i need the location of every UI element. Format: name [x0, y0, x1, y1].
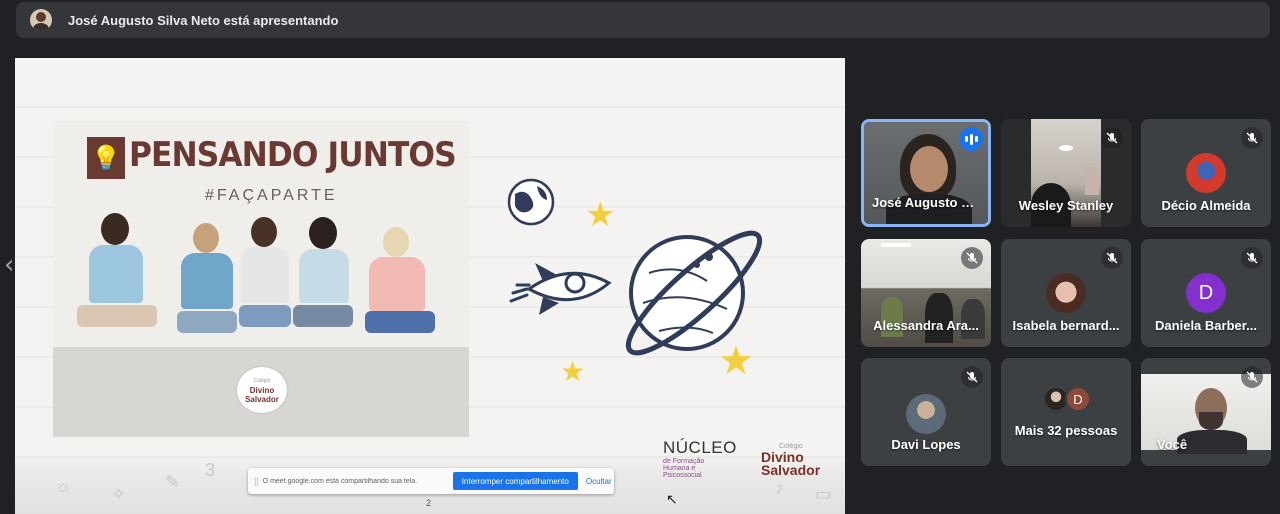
presentation-stage: ☼ ✧ ✎ 3 ♪ ▭ 💡 PENSANDO JUNTOS #FAÇAPARTE: [15, 58, 845, 514]
participant-name: Décio Almeida: [1161, 198, 1251, 213]
doodle-pencil-icon: ✎: [165, 472, 181, 492]
presenting-banner: José Augusto Silva Neto está apresentand…: [16, 2, 1270, 38]
mic-off-icon: [961, 247, 983, 269]
drag-handle-icon[interactable]: ||: [254, 476, 259, 486]
badge-line-2: Divino: [249, 385, 275, 395]
mouse-cursor-icon: ↖: [666, 491, 678, 507]
doodle-star-icon: ✧: [111, 484, 127, 504]
slide-page-number: 2: [426, 498, 432, 508]
nucleo-sub-2: Humana e: [663, 465, 696, 472]
participant-name: Alessandra Ara...: [873, 318, 979, 333]
participant-avatar: [1046, 273, 1086, 313]
student-figure-2: [171, 223, 241, 413]
participant-tile[interactable]: D Daniela Barber...: [1141, 239, 1271, 347]
share-message: O meet.google.com está compartilhando su…: [262, 477, 418, 485]
star-icon: ★: [560, 356, 586, 387]
poster-hashtag: #FAÇAPARTE: [205, 187, 338, 204]
screen-share-bar: || O meet.google.com está compartilhando…: [248, 468, 614, 494]
participant-tile[interactable]: Davi Lopes: [861, 358, 991, 466]
mic-off-icon: [1241, 247, 1263, 269]
participant-name: Davi Lopes: [891, 437, 961, 452]
participant-avatar: D: [1065, 386, 1091, 412]
participant-avatar: D: [1186, 273, 1226, 313]
poster-image: 💡 PENSANDO JUNTOS #FAÇAPARTE Colégio Div…: [53, 121, 469, 437]
participant-tile[interactable]: José Augusto S...: [861, 119, 991, 227]
divino-salvador-badge: Colégio Divino Salvador: [237, 367, 287, 413]
star-icon: ★: [585, 196, 616, 234]
nucleo-sub-1: de Formação: [663, 458, 705, 465]
mic-off-icon: [961, 366, 983, 388]
badge-line-3: Salvador: [245, 394, 279, 404]
speaking-indicator-icon: [959, 127, 983, 151]
mic-off-icon: [1101, 247, 1123, 269]
student-figure-1: [67, 213, 167, 413]
divino-big-text: Divino Salvador: [761, 450, 821, 478]
doodle-number-icon: 3: [205, 460, 216, 480]
participant-tile[interactable]: Décio Almeida: [1141, 119, 1271, 227]
participant-name: José Augusto S...: [872, 195, 981, 210]
doodle-lightbulb-icon: ☼: [55, 476, 72, 496]
self-view-tile[interactable]: Você: [1141, 358, 1271, 466]
participant-name: Você: [1157, 437, 1188, 452]
more-participants-tile[interactable]: D Mais 32 pessoas: [1001, 358, 1131, 466]
nucleo-logo: NÚCLEO de Formação Humana e Psicossocial: [663, 438, 753, 479]
doodle-book-icon: ▭: [815, 484, 833, 504]
participant-avatar: [906, 394, 946, 434]
poster-title: PENSANDO JUNTOS: [129, 135, 457, 175]
mic-off-icon: [1241, 366, 1263, 388]
nucleo-sub-3: Psicossocial: [663, 472, 702, 479]
participant-tile[interactable]: Isabela bernard...: [1001, 239, 1131, 347]
participant-name: Wesley Stanley: [1018, 198, 1114, 213]
participant-avatar: [1186, 153, 1226, 193]
hide-button[interactable]: Ocultar: [586, 477, 612, 486]
participant-name: Isabela bernard...: [1012, 318, 1120, 333]
participant-name: Daniela Barber...: [1155, 318, 1257, 333]
student-figure-4: [289, 217, 359, 413]
more-participants-label: Mais 32 pessoas: [1014, 423, 1118, 438]
badge-line-1: Colégio: [253, 377, 271, 384]
rocket-icon: [509, 263, 612, 315]
chevron-left-icon[interactable]: ‹: [4, 250, 14, 280]
lightbulb-icon: 💡: [87, 137, 125, 179]
presenter-avatar: [30, 9, 52, 31]
presenting-text: José Augusto Silva Neto está apresentand…: [68, 12, 339, 28]
student-figure-5: [359, 227, 439, 413]
participant-tile[interactable]: Wesley Stanley: [1001, 119, 1131, 227]
nucleo-title: NÚCLEO: [663, 438, 737, 457]
meet-window: José Augusto Silva Neto está apresentand…: [0, 0, 1280, 514]
star-icon: ★: [718, 339, 754, 383]
participant-tile[interactable]: Alessandra Ara...: [861, 239, 991, 347]
globe-icon: [507, 178, 555, 226]
divino-big-line-2: Salvador: [761, 462, 821, 478]
divino-salvador-logo: Colégio Divino Salvador: [757, 443, 827, 487]
mic-off-icon: [1241, 127, 1263, 149]
mic-off-icon: [1101, 127, 1123, 149]
stop-sharing-button[interactable]: Interromper compartilhamento: [452, 472, 578, 490]
